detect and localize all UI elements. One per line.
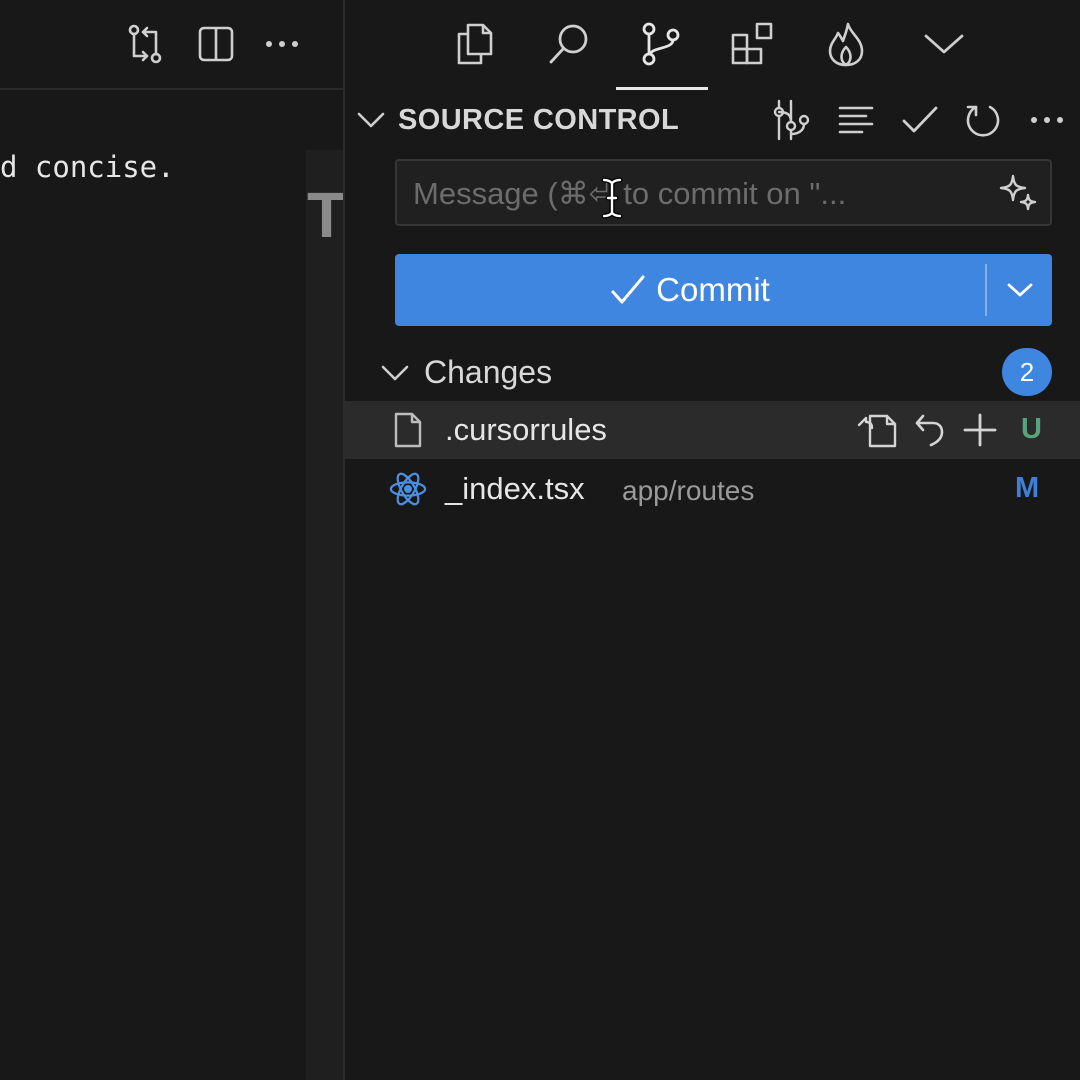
discard-changes-icon[interactable]: [907, 408, 951, 452]
code-line[interactable]: d concise.: [0, 150, 175, 184]
file-name: .cursorrules: [445, 412, 607, 447]
list-view-icon[interactable]: [832, 96, 880, 144]
commit-label: Commit: [656, 271, 770, 308]
checkmark-icon[interactable]: [896, 96, 944, 144]
changes-group-header[interactable]: Changes 2: [345, 348, 1080, 396]
chevron-down-icon[interactable]: [380, 358, 410, 388]
text-cursor-icon: [601, 177, 623, 219]
file-name: _index.tsx: [445, 471, 585, 506]
chevron-down-icon[interactable]: [914, 14, 974, 74]
stage-changes-icon[interactable]: [958, 408, 1002, 452]
list-item-cursorrules[interactable]: .cursorrules U: [345, 401, 1080, 459]
commit-message-input[interactable]: Message (⌘⏎ to commit on "...: [395, 159, 1052, 226]
scm-title: SOURCE CONTROL: [398, 104, 680, 136]
scm-header[interactable]: SOURCE CONTROL: [345, 96, 1080, 144]
minimap-glyph: T: [307, 179, 347, 251]
react-icon: [389, 470, 427, 508]
active-view-indicator: [616, 87, 708, 90]
flame-icon[interactable]: [816, 14, 876, 74]
commit-dropdown-button[interactable]: [987, 254, 1052, 326]
minimap[interactable]: [306, 150, 343, 1080]
file-icon: [389, 411, 427, 449]
commit-main-action[interactable]: Commit: [395, 254, 985, 326]
activity-bar: [345, 0, 1080, 92]
file-status-modified: M: [1015, 472, 1040, 504]
chevron-down-icon: [1007, 283, 1032, 297]
commit-check-icon: [611, 275, 645, 304]
file-status-untracked: U: [1021, 413, 1042, 445]
search-icon[interactable]: [539, 14, 599, 74]
changes-count-badge: 2: [1002, 348, 1052, 396]
editor-divider: [0, 88, 343, 90]
file-path: app/routes: [622, 475, 755, 506]
list-item-index-tsx[interactable]: _index.tsx app/routes M: [345, 460, 1080, 518]
changes-label: Changes: [424, 354, 553, 390]
compare-changes-icon[interactable]: [121, 20, 169, 68]
explorer-icon[interactable]: [445, 14, 505, 74]
editor-pane: d concise. T: [0, 0, 347, 1080]
refresh-icon[interactable]: [959, 96, 1007, 144]
split-editor-icon[interactable]: [192, 20, 240, 68]
extensions-icon[interactable]: [723, 14, 783, 74]
source-control-sidebar: SOURCE CONTROL Message (⌘⏎ to commit on …: [345, 0, 1080, 1080]
open-file-icon[interactable]: [855, 408, 899, 452]
editor-toolbar: [0, 0, 343, 88]
more-actions-icon[interactable]: [258, 20, 306, 68]
more-actions-icon[interactable]: [1023, 96, 1071, 144]
source-control-icon[interactable]: [631, 14, 691, 74]
sparkle-icon[interactable]: [996, 171, 1040, 215]
commit-message-placeholder: Message (⌘⏎ to commit on "...: [413, 176, 847, 211]
collapse-chevron-icon[interactable]: [355, 104, 387, 136]
commit-button[interactable]: Commit: [395, 254, 1052, 326]
graph-icon[interactable]: [767, 96, 815, 144]
